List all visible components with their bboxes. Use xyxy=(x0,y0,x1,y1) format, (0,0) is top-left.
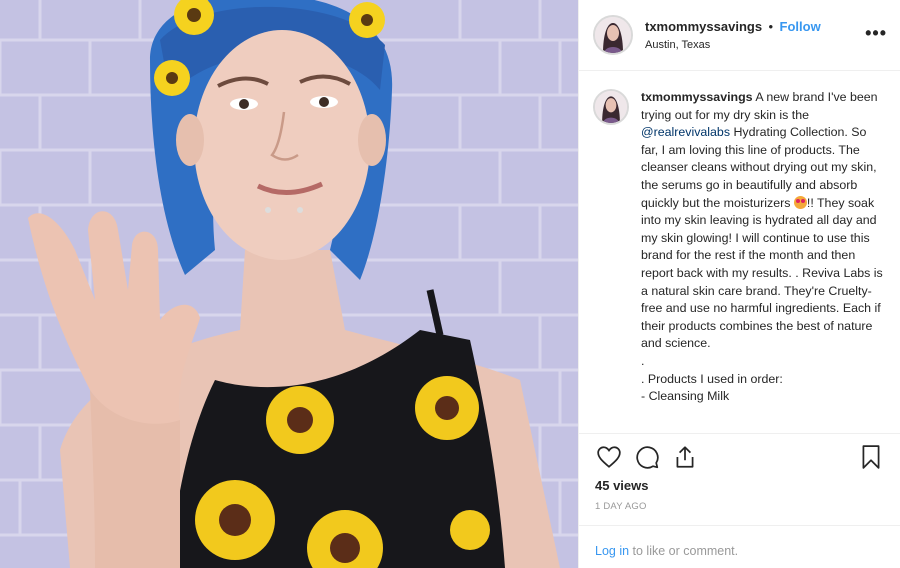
post-video-frame xyxy=(0,0,578,568)
caption-avatar[interactable] xyxy=(593,89,629,125)
separator-dot: • xyxy=(768,19,774,35)
avatar[interactable] xyxy=(593,15,633,55)
caption-username[interactable]: txmommyssavings xyxy=(641,90,753,104)
username-link[interactable]: txmommyssavings xyxy=(645,19,762,34)
post-sidebar: txmommyssavings • Follow Austin, Texas •… xyxy=(578,0,900,568)
caption-section[interactable]: txmommyssavings A new brand I've been tr… xyxy=(579,71,900,433)
caption-text-3: !! They soak into my skin leaving is hyd… xyxy=(641,195,883,351)
caption-paragraph: txmommyssavings A new brand I've been tr… xyxy=(641,89,883,353)
bookmark-icon[interactable] xyxy=(857,443,885,471)
follow-button[interactable]: Follow xyxy=(780,19,821,34)
login-prompt-text: to like or comment. xyxy=(629,544,739,558)
login-prompt: Log in to like or comment. xyxy=(579,525,900,568)
caption-line-cleansing: - Cleansing Milk xyxy=(641,389,730,404)
login-link[interactable]: Log in xyxy=(595,544,629,558)
action-icons-row xyxy=(595,434,885,480)
profile-picture xyxy=(595,91,627,123)
caption-line-dot: . xyxy=(641,353,645,368)
share-icon[interactable] xyxy=(671,443,699,471)
post-timestamp[interactable]: 1 DAY AGO xyxy=(595,501,885,512)
caption-line-products: . Products I used in order: xyxy=(641,371,783,386)
more-options-icon[interactable]: ••• xyxy=(865,24,887,42)
header-text: txmommyssavings • Follow Austin, Texas xyxy=(645,17,821,53)
caption-text: txmommyssavings A new brand I've been tr… xyxy=(641,89,883,433)
post-media[interactable] xyxy=(0,0,578,568)
heart-icon[interactable] xyxy=(595,443,623,471)
heart-eyes-emoji-icon xyxy=(793,195,807,209)
post-actions: 45 views 1 DAY AGO xyxy=(579,433,900,525)
location-link[interactable]: Austin, Texas xyxy=(645,39,821,53)
post-header: txmommyssavings • Follow Austin, Texas •… xyxy=(579,0,900,71)
comment-icon[interactable] xyxy=(633,443,661,471)
profile-picture xyxy=(595,17,631,53)
view-count[interactable]: 45 views xyxy=(595,478,885,493)
mention-link[interactable]: @realrevivalabs xyxy=(641,125,730,139)
